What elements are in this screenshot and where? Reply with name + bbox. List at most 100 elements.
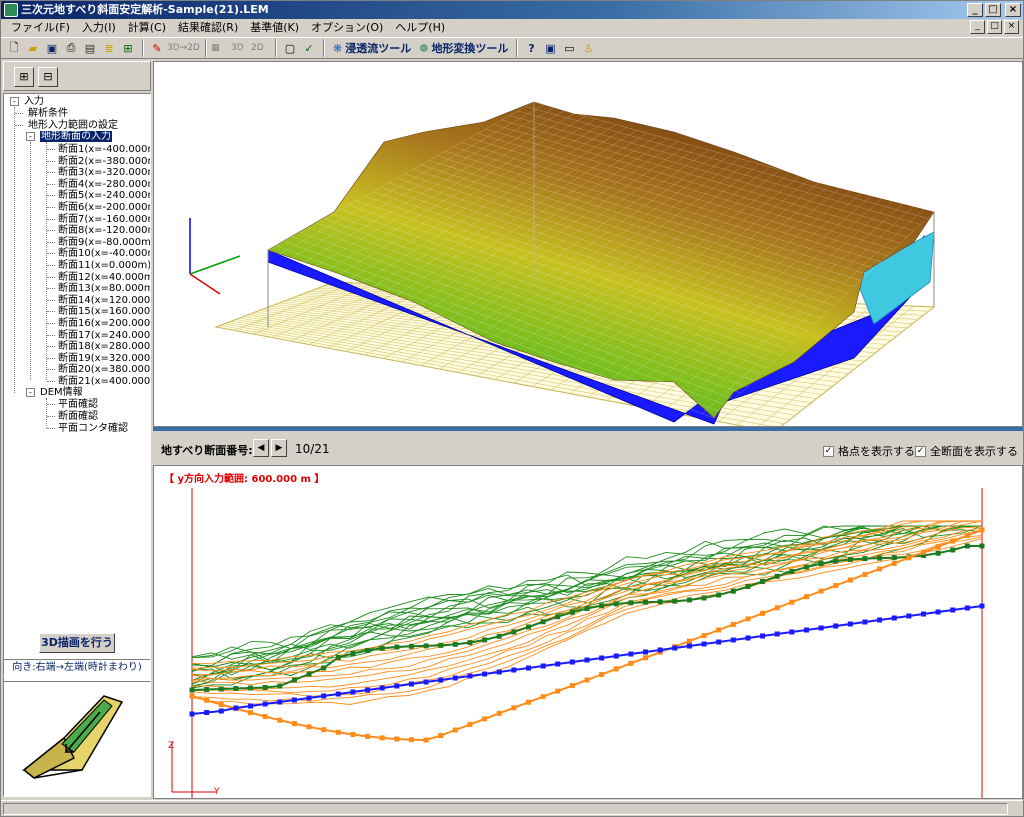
draw-3d-button[interactable]: 3D描画を行う bbox=[39, 633, 115, 653]
water-grid-point bbox=[789, 629, 795, 635]
section-2d-canvas[interactable]: Z Y bbox=[154, 466, 1022, 798]
help-icon[interactable]: ? bbox=[522, 39, 540, 57]
menu-help[interactable]: ヘルプ(H) bbox=[389, 19, 451, 37]
terrain-tool-button[interactable]: ❁ 地形変換ツール bbox=[415, 39, 512, 57]
menu-results[interactable]: 結果確認(R) bbox=[172, 19, 244, 37]
view-3d2d-button[interactable]: 3D→2D bbox=[167, 43, 201, 53]
tree-item-terrain-range[interactable]: 地形入力範囲の設定 bbox=[28, 120, 118, 131]
tree-item-section-3[interactable]: 断面3(x=-320.000m) bbox=[58, 167, 150, 178]
close-button[interactable]: × bbox=[1005, 3, 1021, 17]
draw-icon[interactable]: ✎ bbox=[148, 39, 166, 57]
slip-grid-point bbox=[760, 610, 766, 616]
ground-grid-point bbox=[599, 603, 605, 609]
expand-tree-icon[interactable]: ⊞ bbox=[14, 67, 34, 87]
ground-grid-point bbox=[482, 637, 488, 643]
water-grid-point bbox=[686, 643, 692, 649]
mdi-restore-button[interactable]: □ bbox=[987, 20, 1002, 34]
tree-item-section-13[interactable]: 断面13(x=80.000m) bbox=[58, 283, 150, 294]
print-preview-icon[interactable]: ⎙ bbox=[62, 39, 80, 57]
next-section-button[interactable]: ▶ bbox=[271, 439, 287, 457]
show-all-sections-label: 全断面を表示する bbox=[930, 445, 1018, 458]
water-grid-point bbox=[321, 693, 327, 699]
water-grid-point bbox=[408, 681, 414, 687]
tree-item-section-9[interactable]: 断面9(x=-80.000m) bbox=[58, 237, 150, 248]
tree-item-section-15[interactable]: 断面15(x=160.000m) bbox=[58, 306, 150, 317]
tree-item-section-21[interactable]: 断面21(x=400.000m) bbox=[58, 376, 150, 387]
maximize-button[interactable]: □ bbox=[985, 3, 1001, 17]
collapse-tree-icon[interactable]: ⊟ bbox=[38, 67, 58, 87]
new-file-icon[interactable]: 🗋 bbox=[5, 39, 23, 57]
tree-item-section-6[interactable]: 断面6(x=-200.000m) bbox=[58, 202, 150, 213]
tree-toggle-icon[interactable]: - bbox=[10, 97, 19, 106]
section-2d-view[interactable]: 【 y方向入力範囲: 600.000 m 】 Z Y bbox=[153, 465, 1023, 799]
water-grid-point bbox=[204, 710, 210, 716]
export-icon[interactable]: ⊞ bbox=[119, 39, 137, 57]
water-grid-point bbox=[511, 667, 517, 673]
print-icon[interactable]: ▤ bbox=[81, 39, 99, 57]
water-grid-point bbox=[716, 639, 722, 645]
slip-surface-line bbox=[191, 520, 982, 676]
minimize-button[interactable]: _ bbox=[967, 3, 983, 17]
title-bar[interactable]: 三次元地すべり斜面安定解析-Sample(21).LEM _ □ × bbox=[1, 1, 1023, 19]
slip-grid-point bbox=[891, 560, 897, 566]
terrain-3d-canvas[interactable] bbox=[154, 62, 1022, 426]
tree-item-section-4[interactable]: 断面4(x=-280.000m) bbox=[58, 179, 150, 190]
tree-toggle-icon[interactable]: - bbox=[26, 388, 35, 397]
open-folder-icon[interactable]: ▰ bbox=[24, 39, 42, 57]
user-icon[interactable]: ♙ bbox=[579, 39, 597, 57]
tree-item-section-16[interactable]: 断面16(x=200.000m) bbox=[58, 318, 150, 329]
tree-item-analysis-conditions[interactable]: 解析条件 bbox=[28, 108, 68, 119]
tree-item-section-11[interactable]: 断面11(x=0.000m) bbox=[58, 260, 150, 271]
menu-standard[interactable]: 基準値(K) bbox=[244, 19, 305, 37]
ground-grid-point bbox=[803, 564, 809, 570]
menu-option[interactable]: オプション(O) bbox=[305, 19, 389, 37]
tree-item-section-20[interactable]: 断面20(x=380.000m) bbox=[58, 364, 150, 375]
ground-grid-point bbox=[335, 654, 341, 660]
mdi-close-button[interactable]: × bbox=[1004, 20, 1019, 34]
slip-surface-line bbox=[191, 529, 983, 694]
tree-item-section-8[interactable]: 断面8(x=-120.000m) bbox=[58, 225, 150, 236]
tree-item-terrain-section-input[interactable]: 地形断面の入力 bbox=[40, 131, 112, 142]
view-3d-button[interactable]: 3D bbox=[231, 43, 251, 53]
tree-item-contour-check[interactable]: 平面コンタ確認 bbox=[58, 423, 128, 434]
menu-input[interactable]: 入力(I) bbox=[76, 19, 122, 37]
card-icon[interactable]: ▭ bbox=[560, 39, 578, 57]
tree-item-section-2[interactable]: 断面2(x=-380.000m) bbox=[58, 156, 150, 167]
show-all-sections-checkbox[interactable]: ✓ 全断面を表示する bbox=[915, 443, 1018, 459]
edit-icon[interactable]: ✓ bbox=[300, 39, 318, 57]
tree-item-section-check[interactable]: 断面確認 bbox=[58, 411, 98, 422]
save-icon[interactable]: ▣ bbox=[43, 39, 61, 57]
mdi-minimize-button[interactable]: _ bbox=[970, 20, 985, 34]
toolbar-separator bbox=[142, 39, 144, 57]
slip-grid-point bbox=[321, 727, 327, 733]
tree-item-section-19[interactable]: 断面19(x=320.000m) bbox=[58, 353, 150, 364]
frame-icon[interactable]: ▢ bbox=[281, 39, 299, 57]
tree-item-section-18[interactable]: 断面18(x=280.000m) bbox=[58, 341, 150, 352]
tree-item-section-12[interactable]: 断面12(x=40.000m) bbox=[58, 272, 150, 283]
menu-calc[interactable]: 計算(C) bbox=[122, 19, 172, 37]
tree-item-section-5[interactable]: 断面5(x=-240.000m) bbox=[58, 190, 150, 201]
show-grid-points-checkbox[interactable]: ✓ 格点を表示する bbox=[823, 443, 915, 459]
tree-toggle-icon[interactable]: - bbox=[26, 132, 35, 141]
terrain-3d-view[interactable] bbox=[153, 61, 1023, 427]
water-grid-point bbox=[833, 623, 839, 629]
tree-item-input[interactable]: 入力 bbox=[24, 96, 44, 107]
ground-grid-point bbox=[248, 685, 254, 691]
tree-item-section-14[interactable]: 断面14(x=120.000m) bbox=[58, 295, 150, 306]
slip-grid-point bbox=[350, 732, 356, 738]
tree-item-plane-check[interactable]: 平面確認 bbox=[58, 399, 98, 410]
menu-file[interactable]: ファイル(F) bbox=[5, 19, 76, 37]
tree-item-section-7[interactable]: 断面7(x=-160.000m) bbox=[58, 214, 150, 225]
seepage-tool-button[interactable]: ❋ 浸透流ツール bbox=[329, 39, 415, 57]
stack-icon[interactable]: ≣ bbox=[100, 39, 118, 57]
slip-grid-point bbox=[540, 694, 546, 700]
prev-section-button[interactable]: ◀ bbox=[253, 439, 269, 457]
tree-item-section-17[interactable]: 断面17(x=240.000m) bbox=[58, 330, 150, 341]
ground-grid-point bbox=[686, 597, 692, 603]
tree-item-dem-info[interactable]: DEM情報 bbox=[40, 387, 83, 398]
view-2d-button[interactable]: 2D bbox=[251, 43, 271, 53]
tree-item-section-1[interactable]: 断面1(x=-400.000m) bbox=[58, 144, 150, 155]
info-icon[interactable]: ▣ bbox=[541, 39, 559, 57]
tree-item-section-10[interactable]: 断面10(x=-40.000m) bbox=[58, 248, 150, 259]
grid-3d-icon[interactable]: ▦ bbox=[211, 43, 231, 53]
